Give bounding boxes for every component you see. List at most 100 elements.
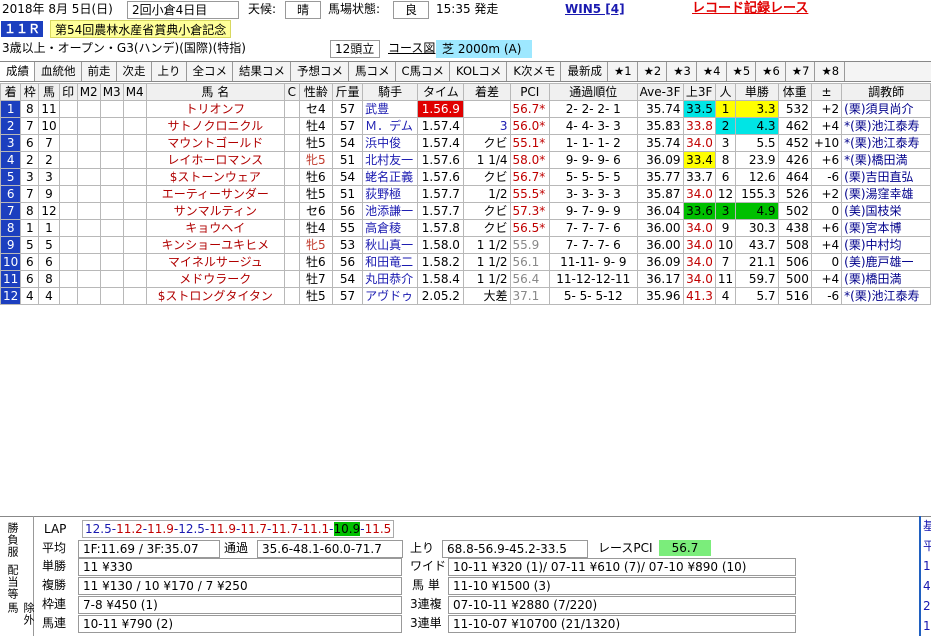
- table-row[interactable]: 5 3 3 $ストーンウェア 牡6 54 蛯名正義 1.57.6 クビ 56.7* 5- 5- 5-…: [0, 168, 931, 186]
- sex-age-cell: 牡7: [298, 270, 334, 288]
- table-row[interactable]: 1 8 11 トリオンフ セ4 57 武豊 1.56.9 56.7* 2- 2- 2- 1 35.7…: [0, 100, 931, 118]
- column-header[interactable]: 体重: [777, 83, 812, 101]
- margin-cell: 3: [463, 117, 511, 135]
- table-row[interactable]: 12 4 4 $ストロングタイタン 牡5 57 アヴドゥ 2.05.2 大差 37.1 5- 5- …: [0, 287, 931, 305]
- tab-2[interactable]: 前走: [82, 62, 117, 81]
- margin-cell: [463, 100, 511, 118]
- tab-15[interactable]: ★3: [667, 62, 697, 81]
- waku-cell: 5: [20, 236, 40, 254]
- table-row[interactable]: 3 6 7 マウントゴールド 牡5 54 浜中俊 1.57.4 クビ 55.1* 1- 1- 1- …: [0, 134, 931, 152]
- column-header[interactable]: 馬 名: [145, 83, 285, 101]
- m4-cell: [122, 134, 147, 152]
- tab-17[interactable]: ★5: [727, 62, 757, 81]
- horse-name-cell: メドウラーク: [145, 270, 285, 288]
- tab-9[interactable]: C馬コメ: [396, 62, 451, 81]
- last3f-cell: 33.6: [682, 202, 716, 220]
- tab-scratched[interactable]: 除外馬: [4, 602, 36, 636]
- waku-cell: 3: [20, 168, 40, 186]
- tab-5[interactable]: 全コメ: [187, 62, 233, 81]
- column-header[interactable]: 騎手: [362, 83, 419, 101]
- tab-4[interactable]: 上り: [152, 62, 187, 81]
- table-row[interactable]: 11 6 8 メドウラーク 牡7 54 丸田恭介 1.58.4 1 1/2 56.4 11-12-1…: [0, 270, 931, 288]
- tab-13[interactable]: ★1: [608, 62, 638, 81]
- column-header[interactable]: 着: [0, 83, 22, 101]
- column-header[interactable]: 着差: [463, 83, 511, 101]
- m4-cell: [122, 202, 147, 220]
- tab-16[interactable]: ★4: [697, 62, 727, 81]
- table-row[interactable]: 7 8 12 サンマルティン セ6 56 池添謙一 1.57.7 クビ 57.3* 9- 7- 9-…: [0, 202, 931, 220]
- rank-cell: 5: [0, 168, 22, 186]
- tab-silks[interactable]: 勝負服: [4, 522, 20, 558]
- popularity-cell: 12: [714, 185, 737, 203]
- tab-1[interactable]: 血統他: [35, 62, 82, 81]
- tab-0[interactable]: 成績: [0, 62, 35, 81]
- m3-cell: [99, 168, 124, 186]
- column-header[interactable]: 通過順位: [549, 83, 638, 101]
- table-row[interactable]: 10 6 6 マイネルサージュ 牡6 56 和田竜二 1.58.2 1 1/2 56.1 11-11…: [0, 253, 931, 271]
- table-header-row: 着枠馬印 M2 M3 M4 馬 名 C 性齢 斤量 騎手 タイム 着差 PCI 通過順位 Ave-3F 上3…: [0, 83, 931, 101]
- agari-label: 上り: [410, 541, 435, 555]
- umatan-value: 11-10 ¥1500 (3): [448, 577, 796, 595]
- body-weight-cell: 508: [777, 236, 812, 254]
- tab-7[interactable]: 予想コメ: [291, 62, 349, 81]
- tansho-value: 11 ¥330: [78, 558, 402, 576]
- column-header[interactable]: M2: [76, 83, 101, 101]
- course-map-link[interactable]: コース図: [388, 39, 435, 57]
- m4-cell: [122, 287, 147, 305]
- column-header[interactable]: タイム: [417, 83, 465, 101]
- popularity-cell: 6: [714, 168, 737, 186]
- column-header[interactable]: 単勝: [735, 83, 779, 101]
- tab-18[interactable]: ★6: [756, 62, 786, 81]
- runner-count: 12頭立: [330, 40, 380, 58]
- tab-20[interactable]: ★8: [815, 62, 846, 81]
- column-header[interactable]: M4: [122, 83, 147, 101]
- lap-time: 11.5: [364, 522, 392, 536]
- c-cell: [283, 185, 300, 203]
- tab-11[interactable]: K次メモ: [507, 62, 562, 81]
- column-header[interactable]: 印: [58, 83, 78, 101]
- column-header[interactable]: 馬: [38, 83, 60, 101]
- column-header[interactable]: C: [283, 83, 300, 101]
- time-cell: 1.57.7: [417, 185, 465, 203]
- column-header[interactable]: 人: [714, 83, 737, 101]
- table-row[interactable]: 4 2 2 レイホーロマンス 牝5 51 北村友一 1.57.6 1 1/4 58.0* 9- 9-…: [0, 151, 931, 169]
- column-header[interactable]: PCI: [509, 83, 551, 101]
- waku-cell: 1: [20, 219, 40, 237]
- m3-cell: [99, 134, 124, 152]
- m4-cell: [122, 270, 147, 288]
- margin-cell: クビ: [463, 134, 511, 152]
- table-row[interactable]: 8 1 1 キョウヘイ 牡4 55 高倉稜 1.57.8 クビ 56.5* 7- 7- 7- 6 36…: [0, 219, 931, 237]
- column-header[interactable]: 上3F: [682, 83, 716, 101]
- tab-19[interactable]: ★7: [786, 62, 816, 81]
- column-header[interactable]: 枠: [20, 83, 40, 101]
- table-row[interactable]: 6 7 9 エーティーサンダー 牡5 51 荻野極 1.57.7 1/2 55.5* 3- 3- 3…: [0, 185, 931, 203]
- win5-link[interactable]: WIN5 [4]: [565, 0, 625, 18]
- time-cell: 1.57.6: [417, 168, 465, 186]
- meeting-field[interactable]: 2回小倉4日目: [127, 1, 239, 19]
- table-row[interactable]: 2 7 10 サトノクロニクル 牡4 57 Ｍ．デム 1.57.4 3 56.0* 4- 4- 3-…: [0, 117, 931, 135]
- tab-12[interactable]: 最新成: [561, 62, 608, 81]
- last3f-cell: 33.7: [682, 168, 716, 186]
- tab-payouts[interactable]: 配当等: [4, 564, 20, 600]
- column-header[interactable]: ±: [810, 83, 843, 101]
- mark-cell: [58, 270, 78, 288]
- m4-cell: [122, 219, 147, 237]
- table-row[interactable]: 9 5 5 キンショーユキヒメ 牝5 53 秋山真一 1.58.0 1 1/2 55.9 7- 7-…: [0, 236, 931, 254]
- weight-diff-cell: +6: [810, 151, 843, 169]
- margin-cell: クビ: [463, 168, 511, 186]
- column-header[interactable]: Ave-3F: [636, 83, 684, 101]
- tab-8[interactable]: 馬コメ: [349, 62, 396, 81]
- horse-number-cell: 6: [38, 253, 60, 271]
- jockey-cell: 武豊: [362, 100, 419, 118]
- last3f-cell: 41.3: [682, 287, 716, 305]
- tab-3[interactable]: 次走: [117, 62, 152, 81]
- column-header[interactable]: 性齢: [298, 83, 334, 101]
- odds-cell: 155.3: [735, 185, 779, 203]
- column-header[interactable]: 斤量: [331, 83, 364, 101]
- column-header[interactable]: 調教師: [841, 83, 931, 101]
- tab-14[interactable]: ★2: [638, 62, 668, 81]
- waku-cell: 2: [20, 151, 40, 169]
- column-header[interactable]: M3: [99, 83, 124, 101]
- tab-10[interactable]: KOLコメ: [450, 62, 508, 81]
- tab-6[interactable]: 結果コメ: [233, 62, 291, 81]
